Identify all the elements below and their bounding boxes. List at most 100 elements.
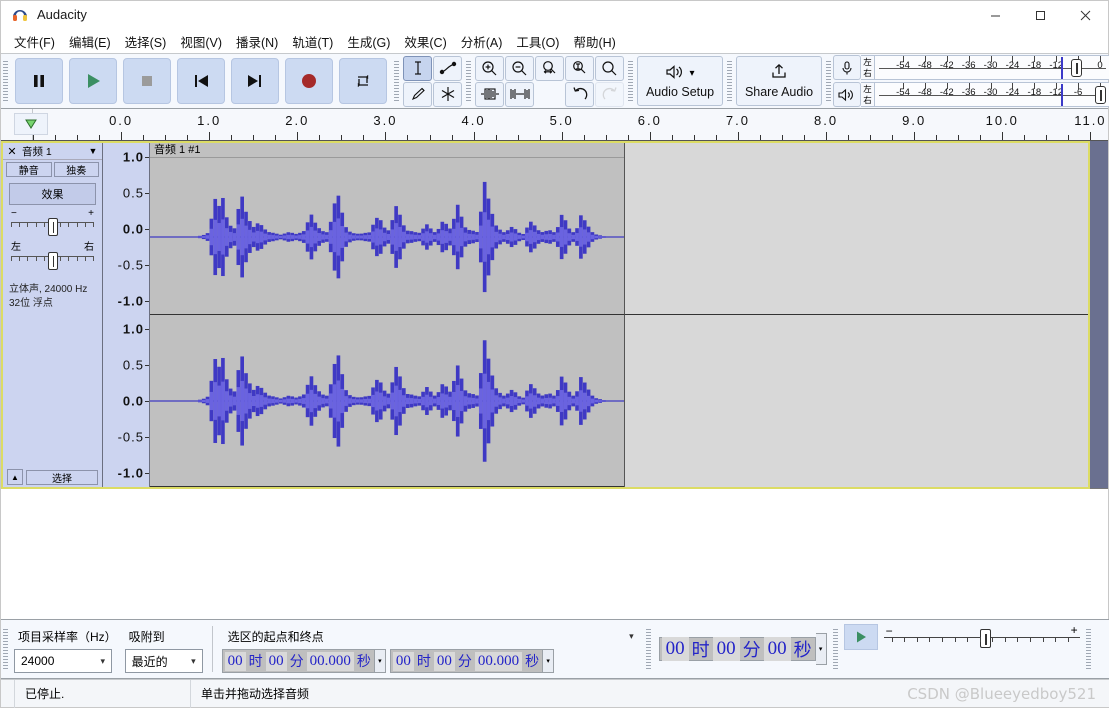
tools-toolbar-grip[interactable]: [392, 54, 401, 108]
end-seconds-unit: 秒: [525, 653, 540, 669]
skip-to-end-button[interactable]: [231, 58, 279, 104]
share-audio-grip[interactable]: [725, 54, 734, 108]
play-speed-slider[interactable]: − +: [883, 623, 1080, 650]
selection-tool-icon[interactable]: [403, 55, 432, 81]
trim-audio-icon[interactable]: [475, 81, 504, 107]
menu-file[interactable]: 文件(F): [7, 30, 62, 53]
playback-meter-scale[interactable]: -54-48-42-36-30-24-18-12-60: [875, 82, 1109, 107]
menu-help[interactable]: 帮助(H): [566, 30, 622, 53]
edit-toolbar-spacer: [535, 82, 564, 107]
play-button[interactable]: [69, 58, 117, 104]
loop-button[interactable]: [339, 58, 387, 104]
meter-toolbar-grip[interactable]: [824, 54, 833, 108]
play-speed-grip[interactable]: [830, 620, 840, 678]
fit-selection-icon[interactable]: [535, 55, 564, 81]
audio-setup-button[interactable]: ▾ Audio Setup: [637, 56, 723, 106]
recording-meter[interactable]: 左 右 -54-48-42-36-30-24-18-12-60: [833, 55, 1109, 80]
toolbar-divider: [211, 626, 213, 672]
play-speed-thumb[interactable]: [979, 629, 991, 648]
menu-edit[interactable]: 编辑(E): [62, 30, 118, 53]
menu-tracks[interactable]: 轨道(T): [285, 30, 340, 53]
pan-slider-thumb[interactable]: [47, 252, 58, 270]
track-close-button[interactable]: ✕: [5, 145, 19, 158]
playback-meter[interactable]: 左 右 -54-48-42-36-30-24-18-12-60: [833, 82, 1109, 107]
play-at-speed-button[interactable]: [843, 624, 878, 650]
envelope-tool-icon[interactable]: [433, 55, 462, 81]
track-menu-chevron-down-icon[interactable]: ▼: [86, 146, 100, 156]
pinned-play-head-icon[interactable]: [14, 113, 48, 135]
zoom-in-icon[interactable]: [475, 55, 504, 81]
fit-project-icon[interactable]: [565, 55, 594, 81]
selection-start-time[interactable]: 00 时 00 分 00.000 秒 ▾: [221, 649, 386, 673]
end-time-spinner[interactable]: ▾: [543, 649, 555, 673]
maximize-button[interactable]: [1018, 1, 1063, 29]
gain-slider-thumb[interactable]: [47, 218, 58, 236]
zoom-out-icon[interactable]: [505, 55, 534, 81]
snap-to-select[interactable]: 最近的 ▾: [124, 649, 203, 673]
selection-toolbar-grip[interactable]: [1, 620, 10, 678]
menu-tools[interactable]: 工具(O): [509, 30, 566, 53]
track-control-panel: ✕ 音频 1 ▼ 静音 独奏 效果 − + 左 右 立体声, 24000 Hz …: [3, 143, 103, 487]
skip-to-start-button[interactable]: [177, 58, 225, 104]
end-hours: 00: [392, 651, 414, 671]
window-title: Audacity: [37, 7, 87, 22]
snap-to-value: 最近的: [131, 654, 168, 669]
empty-area-right-channel[interactable]: [624, 315, 1088, 487]
pan-slider[interactable]: 左 右: [11, 243, 94, 273]
share-audio-toolbar: Share Audio: [734, 54, 824, 108]
menu-effect[interactable]: 效果(C): [397, 30, 453, 53]
menu-bar: 文件(F) 编辑(E) 选择(S) 视图(V) 播录(N) 轨道(T) 生成(G…: [1, 29, 1108, 53]
speaker-icon[interactable]: [833, 82, 861, 107]
menu-select[interactable]: 选择(S): [118, 30, 174, 53]
vertical-ruler-right-channel[interactable]: 1.0 0.5 0.0 -0.5 -1.0: [104, 315, 150, 487]
effects-button[interactable]: 效果: [9, 183, 96, 205]
toolbar-dock: ▾ Audio Setup Share Audio 左 右 -54 -48 -4…: [1, 53, 1109, 109]
draw-tool-icon[interactable]: [403, 81, 432, 107]
select-track-button[interactable]: 选择: [26, 469, 98, 485]
zoom-toggle-icon[interactable]: [595, 55, 624, 81]
selection-end-time[interactable]: 00 时 00 分 00.000 秒 ▾: [389, 649, 555, 673]
minimize-button[interactable]: [973, 1, 1018, 29]
recording-meter-scale[interactable]: -54-48-42-36-30-24-18-12-60: [875, 55, 1109, 80]
waveform-right-channel[interactable]: [150, 315, 624, 487]
audio-position-time[interactable]: 00 时 00 分 00 秒 ▾: [658, 633, 827, 665]
timeline-ruler[interactable]: -1.00.01.02.03.04.05.06.07.08.09.010.011…: [1, 109, 1108, 141]
multi-tool-icon[interactable]: [433, 81, 462, 107]
microphone-icon[interactable]: [833, 55, 861, 80]
silence-audio-icon[interactable]: [505, 81, 534, 107]
track-name-label[interactable]: 音频 1: [19, 143, 86, 159]
menu-generate[interactable]: 生成(G): [340, 30, 397, 53]
pause-button[interactable]: [15, 58, 63, 104]
share-audio-button[interactable]: Share Audio: [736, 56, 822, 106]
menu-transport[interactable]: 播录(N): [229, 30, 285, 53]
collapse-track-button[interactable]: ▲: [7, 469, 23, 485]
close-button[interactable]: [1063, 1, 1108, 29]
bottom-dock-end-grip[interactable]: [1083, 620, 1093, 678]
selection-mode-select[interactable]: 选区的起点和终点 ▾: [222, 624, 640, 648]
mute-button[interactable]: 静音: [6, 162, 52, 177]
track-format-info: 立体声, 24000 Hz 32位 浮点: [9, 283, 96, 311]
transport-toolbar-grip[interactable]: [1, 54, 10, 108]
menu-view[interactable]: 视图(V): [173, 30, 229, 53]
position-time-spinner[interactable]: ▾: [815, 633, 827, 665]
playback-meter-channels: 左 右: [861, 82, 875, 107]
solo-button[interactable]: 独奏: [53, 162, 99, 177]
undo-icon[interactable]: [565, 81, 594, 107]
project-rate-select[interactable]: 24000 ▾: [14, 649, 112, 673]
waveform-left-channel[interactable]: 音频 1 #1: [150, 143, 624, 315]
start-time-spinner[interactable]: ▾: [374, 649, 386, 673]
track-info-rate: 立体声, 24000 Hz: [9, 284, 88, 295]
title-bar: Audacity: [1, 1, 1108, 29]
vertical-ruler-left-channel[interactable]: 1.0 0.5 0.0 -0.5 -1.0: [104, 143, 150, 315]
audio-setup-grip[interactable]: [626, 54, 635, 108]
menu-analyze[interactable]: 分析(A): [454, 30, 510, 53]
timeline-scale[interactable]: -1.00.01.02.03.04.05.06.07.08.09.010.011…: [18, 109, 1108, 140]
meter-left-label: 左: [863, 83, 872, 94]
stop-button[interactable]: [123, 58, 171, 104]
start-seconds: 00.000: [306, 651, 354, 671]
empty-area-left-channel[interactable]: [624, 143, 1088, 315]
record-button[interactable]: [285, 58, 333, 104]
time-toolbar-grip[interactable]: [643, 620, 653, 678]
gain-slider[interactable]: − +: [11, 209, 94, 239]
edit-toolbar-grip[interactable]: [464, 54, 473, 108]
